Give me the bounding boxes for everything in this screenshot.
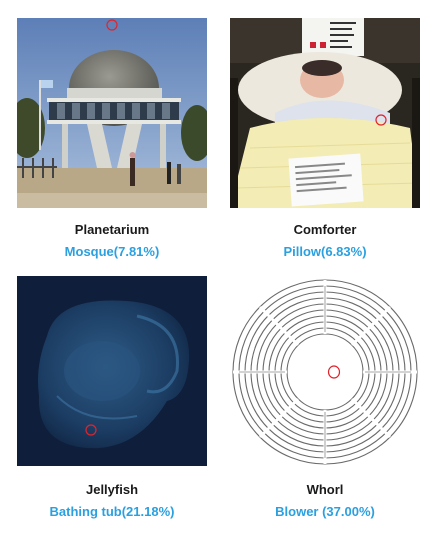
- true-label: Planetarium: [74, 222, 150, 237]
- marker-circle: [106, 19, 118, 31]
- comforter-caption: Comforter Pillow(6.83%): [225, 222, 425, 259]
- jellyfish-caption: Jellyfish Bathing tub(21.18%): [12, 482, 212, 519]
- predicted-label: Mosque(7.81%): [64, 244, 160, 259]
- marker-circle: [327, 365, 341, 379]
- true-label: Comforter: [293, 222, 357, 237]
- comforter-image: [230, 18, 420, 208]
- whorl-caption: Whorl Blower (37.00%): [225, 482, 425, 519]
- whorl-image: [230, 276, 420, 466]
- planetarium-image: [17, 18, 207, 208]
- predicted-label: Bathing tub(21.18%): [49, 504, 175, 519]
- planetarium-caption: Planetarium Mosque(7.81%): [12, 222, 212, 259]
- predicted-label: Blower (37.00%): [275, 504, 375, 519]
- marker-circle: [375, 114, 387, 126]
- true-label: Whorl: [306, 482, 344, 497]
- marker-circle: [85, 424, 97, 436]
- true-label: Jellyfish: [85, 482, 139, 497]
- predicted-label: Pillow(6.83%): [283, 244, 367, 259]
- jellyfish-image: [17, 276, 207, 466]
